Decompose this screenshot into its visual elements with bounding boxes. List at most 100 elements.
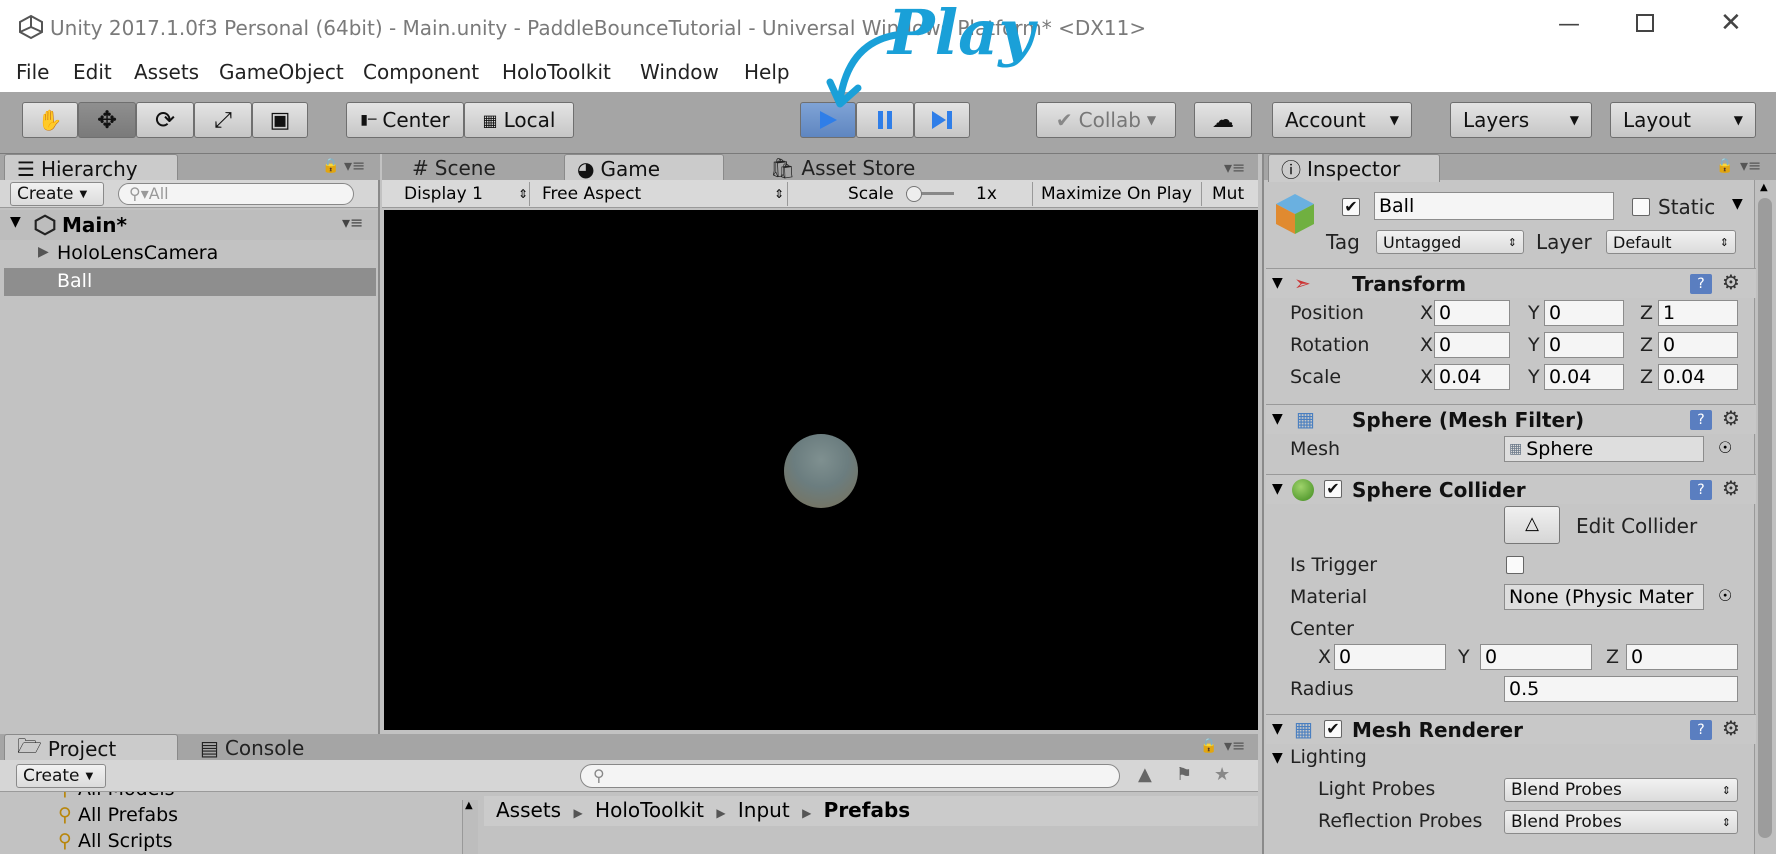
filter-type-icon[interactable]: ▲ [1138, 764, 1152, 785]
mute-audio-toggle[interactable]: Mut [1212, 184, 1244, 204]
scene-row[interactable]: ▼ Main* ▾≡ [0, 210, 378, 240]
radius-field[interactable]: 0.5 [1504, 676, 1738, 702]
scene-menu-icon[interactable]: ▾≡ [342, 213, 363, 232]
mesh-filter-header[interactable]: ▼ ▦ Sphere (Mesh Filter) ? ⚙ [1266, 404, 1756, 434]
menu-window[interactable]: Window [640, 60, 719, 84]
sphere-collider-header[interactable]: ▼ ✔ Sphere Collider ? ⚙ [1266, 474, 1756, 504]
expand-arrow-icon[interactable]: ▼ [1272, 275, 1283, 291]
rotation-y-field[interactable]: 0 [1544, 332, 1624, 358]
center-x-field[interactable]: 0 [1334, 644, 1446, 670]
expand-arrow-icon[interactable]: ▼ [1272, 481, 1283, 497]
project-search-input[interactable]: ⚲ [580, 764, 1120, 788]
scale-y-field[interactable]: 0.04 [1544, 364, 1624, 390]
layout-dropdown[interactable]: Layout ▼ [1610, 102, 1756, 138]
gear-icon[interactable]: ⚙ [1722, 270, 1740, 294]
maximize-on-play-toggle[interactable]: Maximize On Play [1032, 182, 1202, 206]
collab-dropdown[interactable]: ✔ Collab ▼ [1036, 102, 1176, 138]
minimize-icon[interactable]: — [1558, 12, 1580, 37]
tab-inspector[interactable]: ⓘ Inspector [1268, 154, 1440, 182]
collider-enabled-checkbox[interactable]: ✔ [1324, 480, 1342, 498]
cloud-button[interactable]: ☁ [1194, 102, 1252, 138]
hierarchy-create-dropdown[interactable]: Create ▼ [10, 182, 104, 206]
aspect-dropdown[interactable]: Free Aspect ⇕ [532, 182, 788, 206]
tag-dropdown[interactable]: Untagged ⇕ [1376, 230, 1524, 254]
list-item-selected[interactable]: Ball [4, 268, 376, 296]
expand-arrow-icon[interactable]: ▼ [1272, 721, 1283, 737]
active-checkbox[interactable]: ✔ [1342, 198, 1360, 216]
list-item[interactable]: ⚲ All Scripts [58, 830, 173, 852]
center-z-field[interactable]: 0 [1626, 644, 1738, 670]
tab-console[interactable]: ▤ Console [188, 734, 338, 762]
center-y-field[interactable]: 0 [1480, 644, 1592, 670]
expand-arrow-icon[interactable]: ▼ [10, 214, 21, 230]
rotate-tool-button[interactable]: ⟳ [136, 102, 194, 138]
expand-arrow-icon[interactable]: ▼ [1272, 750, 1283, 766]
menu-help[interactable]: Help [744, 60, 790, 84]
menu-holotoolkit[interactable]: HoloToolkit [502, 60, 611, 84]
tab-project[interactable]: 🗁 Project [4, 734, 178, 762]
rect-tool-button[interactable]: ▣ [252, 102, 308, 138]
panel-menu-icon[interactable]: ▾≡ [1224, 736, 1245, 755]
tab-game[interactable]: ◕ Game [564, 154, 724, 182]
menu-gameobject[interactable]: GameObject [219, 60, 344, 84]
scale-slider-thumb[interactable] [906, 186, 922, 202]
breadcrumb-item-current[interactable]: Prefabs [824, 798, 911, 822]
object-name-input[interactable]: Ball [1374, 192, 1614, 220]
scale-x-field[interactable]: 0.04 [1434, 364, 1510, 390]
position-z-field[interactable]: 1 [1658, 300, 1738, 326]
position-x-field[interactable]: 0 [1434, 300, 1510, 326]
game-viewport[interactable] [384, 210, 1258, 730]
pivot-center-button[interactable]: ▮─ Center [346, 102, 464, 138]
help-icon[interactable]: ? [1690, 274, 1712, 294]
mesh-object-field[interactable]: ▦ Sphere [1504, 436, 1704, 462]
hierarchy-search-input[interactable]: ⚲▾All [118, 183, 354, 205]
list-item[interactable]: ⚲ All Models [58, 792, 175, 800]
move-tool-button[interactable]: ✥ [78, 102, 136, 138]
breadcrumb-item[interactable]: Assets [496, 798, 561, 822]
help-icon[interactable]: ? [1690, 410, 1712, 430]
material-object-field[interactable]: None (Physic Mater [1504, 584, 1704, 610]
scrollbar-thumb[interactable] [1758, 198, 1772, 838]
panel-menu-icon[interactable]: ▾≡ [344, 156, 365, 175]
menu-edit[interactable]: Edit [73, 60, 112, 84]
menu-component[interactable]: Component [363, 60, 479, 84]
tab-hierarchy[interactable]: ☰ Hierarchy [4, 154, 178, 182]
is-trigger-checkbox[interactable] [1506, 556, 1524, 574]
scale-tool-button[interactable]: ⤢ [194, 102, 252, 138]
layers-dropdown[interactable]: Layers ▼ [1450, 102, 1592, 138]
tab-asset-store[interactable]: 🛍 Asset Store [758, 154, 928, 182]
expand-arrow-icon[interactable]: ▼ [1272, 411, 1283, 427]
layer-dropdown[interactable]: Default ⇕ [1606, 230, 1736, 254]
scroll-up-icon[interactable]: ▲ [465, 800, 473, 811]
hand-tool-button[interactable]: ✋ [22, 102, 78, 138]
gear-icon[interactable]: ⚙ [1722, 716, 1740, 740]
scale-z-field[interactable]: 0.04 [1658, 364, 1738, 390]
pivot-local-button[interactable]: ▦ Local [464, 102, 574, 138]
breadcrumb-item[interactable]: HoloToolkit [595, 798, 704, 822]
list-item[interactable]: ▶ HoloLensCamera [0, 240, 378, 268]
position-y-field[interactable]: 0 [1544, 300, 1624, 326]
display-dropdown[interactable]: Display 1 ⇕ [394, 182, 530, 206]
account-dropdown[interactable]: Account ▼ [1272, 102, 1412, 138]
maximize-icon[interactable] [1636, 14, 1654, 32]
object-picker-icon[interactable]: ☉ [1718, 438, 1732, 457]
close-icon[interactable]: ✕ [1720, 8, 1742, 38]
star-icon[interactable]: ★ [1214, 764, 1230, 785]
renderer-enabled-checkbox[interactable]: ✔ [1324, 720, 1342, 738]
scroll-up-icon[interactable]: ▲ [1760, 182, 1768, 193]
label-tag-icon[interactable]: ⚑ [1176, 764, 1192, 785]
lock-icon[interactable]: 🔒 [1200, 738, 1217, 754]
scrollbar[interactable]: ▲ [462, 800, 478, 854]
tab-scene[interactable]: # Scene [400, 154, 550, 182]
reflection-probes-dropdown[interactable]: Blend Probes ⇕ [1504, 810, 1738, 834]
edit-collider-button[interactable]: △ [1504, 506, 1560, 544]
panel-menu-icon[interactable]: ▾≡ [1224, 158, 1245, 177]
inspector-scrollbar[interactable]: ▲ [1754, 180, 1776, 854]
light-probes-dropdown[interactable]: Blend Probes ⇕ [1504, 778, 1738, 802]
list-item[interactable]: ⚲ All Prefabs [58, 804, 178, 826]
project-create-dropdown[interactable]: Create ▼ [16, 764, 106, 788]
lock-icon[interactable]: 🔒 [322, 158, 339, 174]
transform-header[interactable]: ▼ ➣ Transform ? ⚙ [1266, 268, 1756, 298]
rotation-x-field[interactable]: 0 [1434, 332, 1510, 358]
menu-file[interactable]: File [16, 60, 49, 84]
